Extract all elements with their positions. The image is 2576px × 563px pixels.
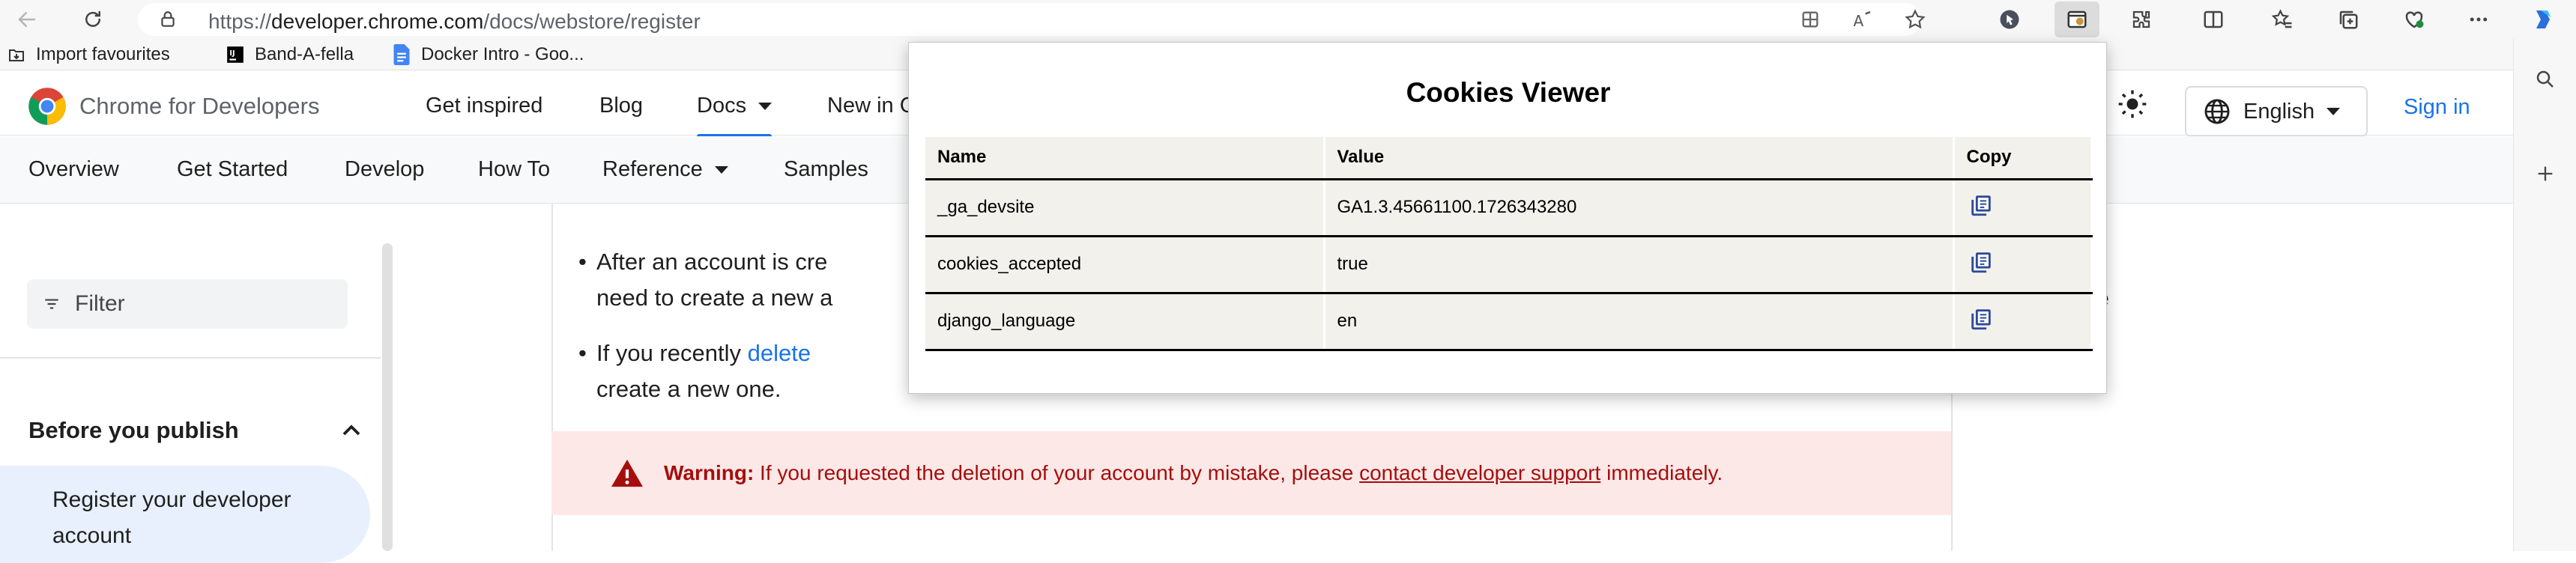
cookies-table: Name Value Copy _ga_devsite GA1.3.456611… <box>925 137 2093 351</box>
subnav-reference[interactable]: Reference <box>602 157 728 182</box>
bookmark-import-favourites[interactable]: Import favourites <box>6 43 170 66</box>
cookie-value: en <box>1324 293 1955 351</box>
folder-import-icon <box>6 44 27 65</box>
warning-banner: Warning: If you requested the deletion o… <box>551 431 1951 515</box>
favorites-icon[interactable] <box>2267 4 2297 34</box>
browser-sidebar <box>2513 39 2576 551</box>
popup-title: Cookies Viewer <box>1406 77 1611 108</box>
search-icon[interactable] <box>2530 64 2560 94</box>
browser-toolbar: https://developer.chrome.com/docs/websto… <box>0 0 2576 39</box>
globe-icon <box>2204 99 2230 124</box>
section-before-you-publish[interactable]: Before you publish <box>28 417 239 444</box>
chevron-down-icon <box>758 102 773 110</box>
nav-docs[interactable]: Docs <box>697 94 773 138</box>
cookie-name: cookies_accepted <box>925 236 1325 294</box>
column-header-name: Name <box>925 137 1325 180</box>
bookmark-docker-intro[interactable]: Docker Intro - Goo... <box>391 43 584 66</box>
table-row: django_language en <box>925 293 2093 351</box>
split-screen-icon[interactable] <box>2198 4 2228 34</box>
table-header-row: Name Value Copy <box>925 137 2093 180</box>
table-row: _ga_devsite GA1.3.45661100.1726343280 <box>925 179 2093 237</box>
chrome-logo-icon <box>28 88 66 125</box>
refresh-icon[interactable] <box>78 4 108 34</box>
svg-text:IJ: IJ <box>229 49 235 58</box>
browser-essentials-icon[interactable] <box>2399 4 2429 34</box>
app-available-icon[interactable] <box>1795 4 1825 34</box>
sign-in-link[interactable]: Sign in <box>2404 95 2470 120</box>
contact-support-link[interactable]: contact developer support <box>1359 461 1600 484</box>
chevron-down-icon <box>714 165 728 174</box>
theme-toggle-sun-icon[interactable] <box>2117 89 2147 119</box>
extensions-puzzle-icon[interactable] <box>2126 4 2156 34</box>
cookie-value: GA1.3.45661100.1726343280 <box>1324 179 1955 237</box>
bookmark-band-a-fella[interactable]: IJ Band-A-fella <box>225 43 354 66</box>
table-row: cookies_accepted true <box>925 236 2093 294</box>
svg-text:A: A <box>1854 12 1864 30</box>
intellij-icon: IJ <box>225 44 246 65</box>
cookie-name: _ga_devsite <box>925 179 1325 237</box>
address-bar[interactable]: https://developer.chrome.com/docs/websto… <box>138 3 1926 36</box>
list-item: If you recently deletecreate a new one. <box>578 335 811 407</box>
copy-icon[interactable] <box>1968 192 1994 223</box>
cookie-value: true <box>1324 236 1955 294</box>
more-options-icon[interactable] <box>2464 4 2494 34</box>
list-item: After an account is creneed to create a … <box>578 244 832 316</box>
filter-input[interactable]: Filter <box>27 279 348 329</box>
nav-item-register-developer-account[interactable]: Register your developer account <box>0 466 370 563</box>
divider <box>0 357 381 359</box>
copilot-icon[interactable] <box>2528 4 2558 34</box>
cookies-viewer-popup: Cookies Viewer Name Value Copy _ga_devsi… <box>908 42 2107 394</box>
back-icon[interactable] <box>12 4 42 34</box>
left-nav-scrollbar[interactable] <box>382 243 393 551</box>
nav-new-in-chrome[interactable]: New in C <box>827 94 916 118</box>
copy-icon[interactable] <box>1968 306 1994 337</box>
site-logo[interactable]: Chrome for Developers <box>27 86 319 127</box>
column-header-copy: Copy <box>1953 137 2093 180</box>
warning-text: Warning: If you requested the deletion o… <box>664 461 1723 484</box>
copy-icon[interactable] <box>1968 249 1994 280</box>
cookies-viewer-extension-icon[interactable] <box>2055 1 2099 37</box>
cookie-name: django_language <box>925 293 1325 351</box>
google-docs-icon <box>391 44 412 65</box>
chevron-down-icon <box>2326 108 2341 115</box>
collections-icon[interactable] <box>2333 4 2363 34</box>
url-text[interactable]: https://developer.chrome.com/docs/websto… <box>208 10 701 34</box>
logo-text: Chrome for Developers <box>79 93 320 119</box>
add-icon[interactable] <box>2530 159 2560 189</box>
warning-icon <box>611 459 643 487</box>
read-aloud-icon[interactable]: A <box>1848 4 1878 34</box>
extension-cursor-icon[interactable] <box>1995 4 2025 34</box>
deleted-link[interactable]: delete <box>748 340 811 366</box>
favorite-star-icon[interactable] <box>1900 4 1930 34</box>
nav-get-inspired[interactable]: Get inspired <box>426 94 542 118</box>
column-header-value: Value <box>1324 137 1955 180</box>
subnav-develop[interactable]: Develop <box>345 157 424 182</box>
page-info-icon[interactable] <box>153 4 183 34</box>
left-navigation: Filter Before you publish Register your … <box>0 243 381 563</box>
filter-icon <box>45 299 58 309</box>
chevron-up-icon[interactable] <box>340 423 363 438</box>
subnav-overview[interactable]: Overview <box>28 157 119 182</box>
language-selector[interactable]: English <box>2185 86 2368 137</box>
subnav-get-started[interactable]: Get Started <box>177 157 288 182</box>
subnav-how-to[interactable]: How To <box>478 157 550 182</box>
subnav-samples[interactable]: Samples <box>784 157 868 182</box>
nav-blog[interactable]: Blog <box>599 94 643 118</box>
